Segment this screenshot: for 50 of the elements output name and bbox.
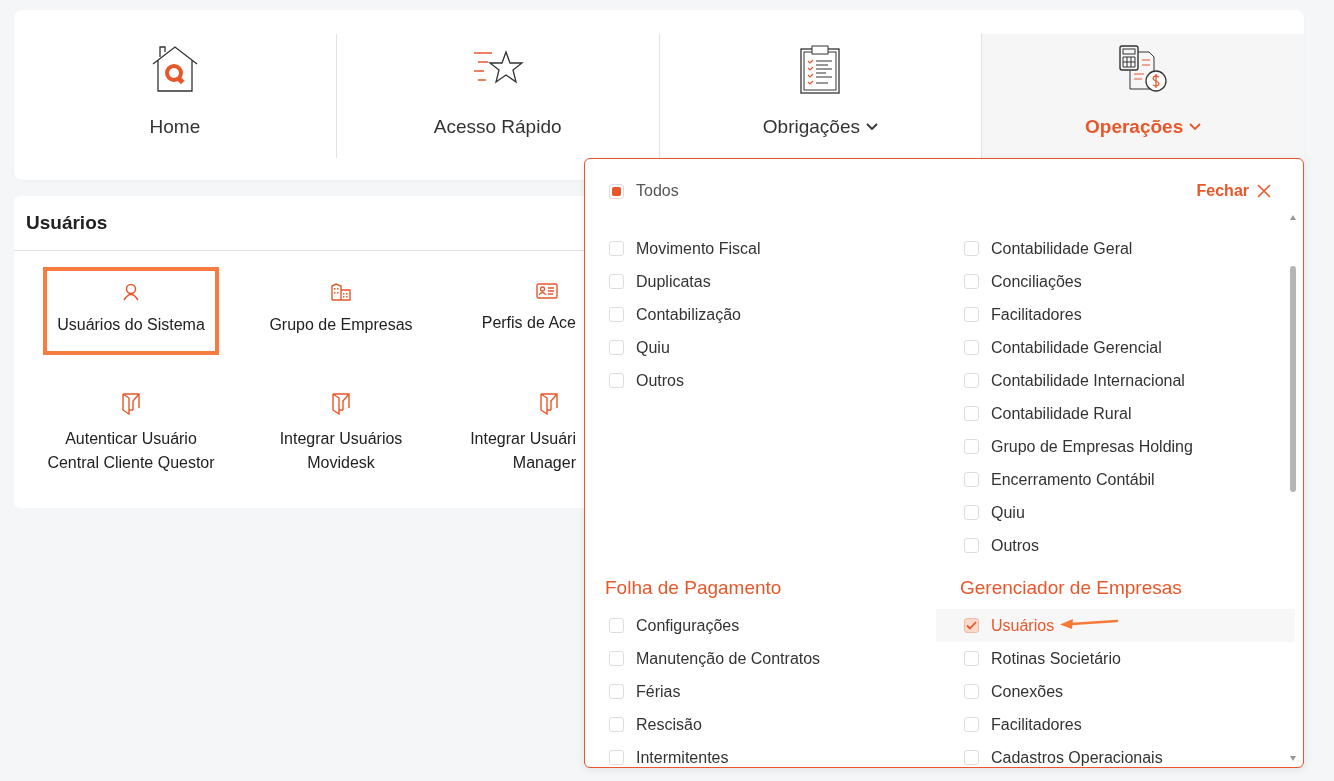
option-checkbox[interactable]: Manutenção de Contratos	[605, 642, 960, 675]
tab-label: Obrigações	[762, 116, 860, 138]
tab-label: Home	[149, 116, 201, 138]
group-heading: Folha de Pagamento	[605, 576, 783, 600]
option-checkbox[interactable]: Facilitadores	[960, 298, 1295, 331]
id-card-icon	[536, 283, 558, 299]
shortcut-tile[interactable]: Integrar Usuários Movidesk	[253, 377, 429, 479]
option-checkbox[interactable]: Facilitadores	[960, 708, 1295, 741]
option-checkbox[interactable]: Outros	[605, 364, 960, 397]
option-checkbox[interactable]: Outros	[960, 529, 1295, 562]
option-checkbox[interactable]: Quiu	[960, 496, 1295, 529]
door-icon	[122, 393, 140, 415]
option-checkbox[interactable]: Duplicatas	[605, 265, 960, 298]
user-icon	[122, 283, 140, 301]
shortcut-tile[interactable]: Autenticar Usuário Central Cliente Questor	[43, 377, 219, 479]
shortcut-tile[interactable]: Perfis de Ace	[460, 267, 580, 355]
tab-label: Operações	[1085, 116, 1184, 138]
option-checkbox[interactable]: Contabilidade Internacional	[960, 364, 1295, 397]
option-checkbox[interactable]: Conciliações	[960, 265, 1295, 298]
group-heading: Gerenciador de Empresas	[960, 576, 1183, 600]
close-button[interactable]: Fechar	[1196, 182, 1271, 200]
option-checkbox[interactable]: Movimento Fiscal	[605, 232, 960, 265]
option-checkbox[interactable]: Grupo de Empresas Holding	[960, 430, 1295, 463]
option-checkbox[interactable]: Conexões	[960, 675, 1295, 708]
option-checkbox[interactable]: Rotinas Societário	[960, 642, 1295, 675]
option-checkbox[interactable]: Férias	[605, 675, 960, 708]
scrollbar[interactable]	[1289, 214, 1297, 762]
door-icon	[332, 393, 350, 415]
close-icon	[1257, 184, 1271, 198]
option-checkbox[interactable]: Contabilidade Geral	[960, 232, 1295, 265]
building-icon	[331, 283, 351, 301]
option-checkbox[interactable]: Contabilidade Rural	[960, 397, 1295, 430]
option-checkbox[interactable]: Quiu	[605, 331, 960, 364]
option-checkbox[interactable]: Rescisão	[605, 708, 960, 741]
clipboard-icon	[800, 44, 841, 94]
shortcut-tile[interactable]: Grupo de Empresas	[253, 267, 429, 355]
tab-label: Acesso Rápido	[433, 116, 562, 138]
panel-title: Usuários	[26, 212, 108, 233]
shortcut-tile[interactable]: Usuários do Sistema	[43, 267, 219, 355]
option-checkbox[interactable]: Intermitentes	[605, 741, 960, 774]
door-icon	[540, 393, 558, 415]
option-checkbox[interactable]: Encerramento Contábil	[960, 463, 1295, 496]
option-checkbox[interactable]: Contabilidade Gerencial	[960, 331, 1295, 364]
select-all-checkbox[interactable]: Todos	[609, 182, 679, 200]
shortcut-tile[interactable]: Integrar Usuári Manager	[460, 377, 580, 479]
option-checkbox[interactable]: Cadastros Operacionais	[960, 741, 1295, 774]
calculator-icon	[1118, 44, 1169, 94]
option-checkbox[interactable]: Contabilização	[605, 298, 960, 331]
nav-tab[interactable]: Home	[14, 34, 336, 158]
check-icon	[966, 621, 977, 630]
